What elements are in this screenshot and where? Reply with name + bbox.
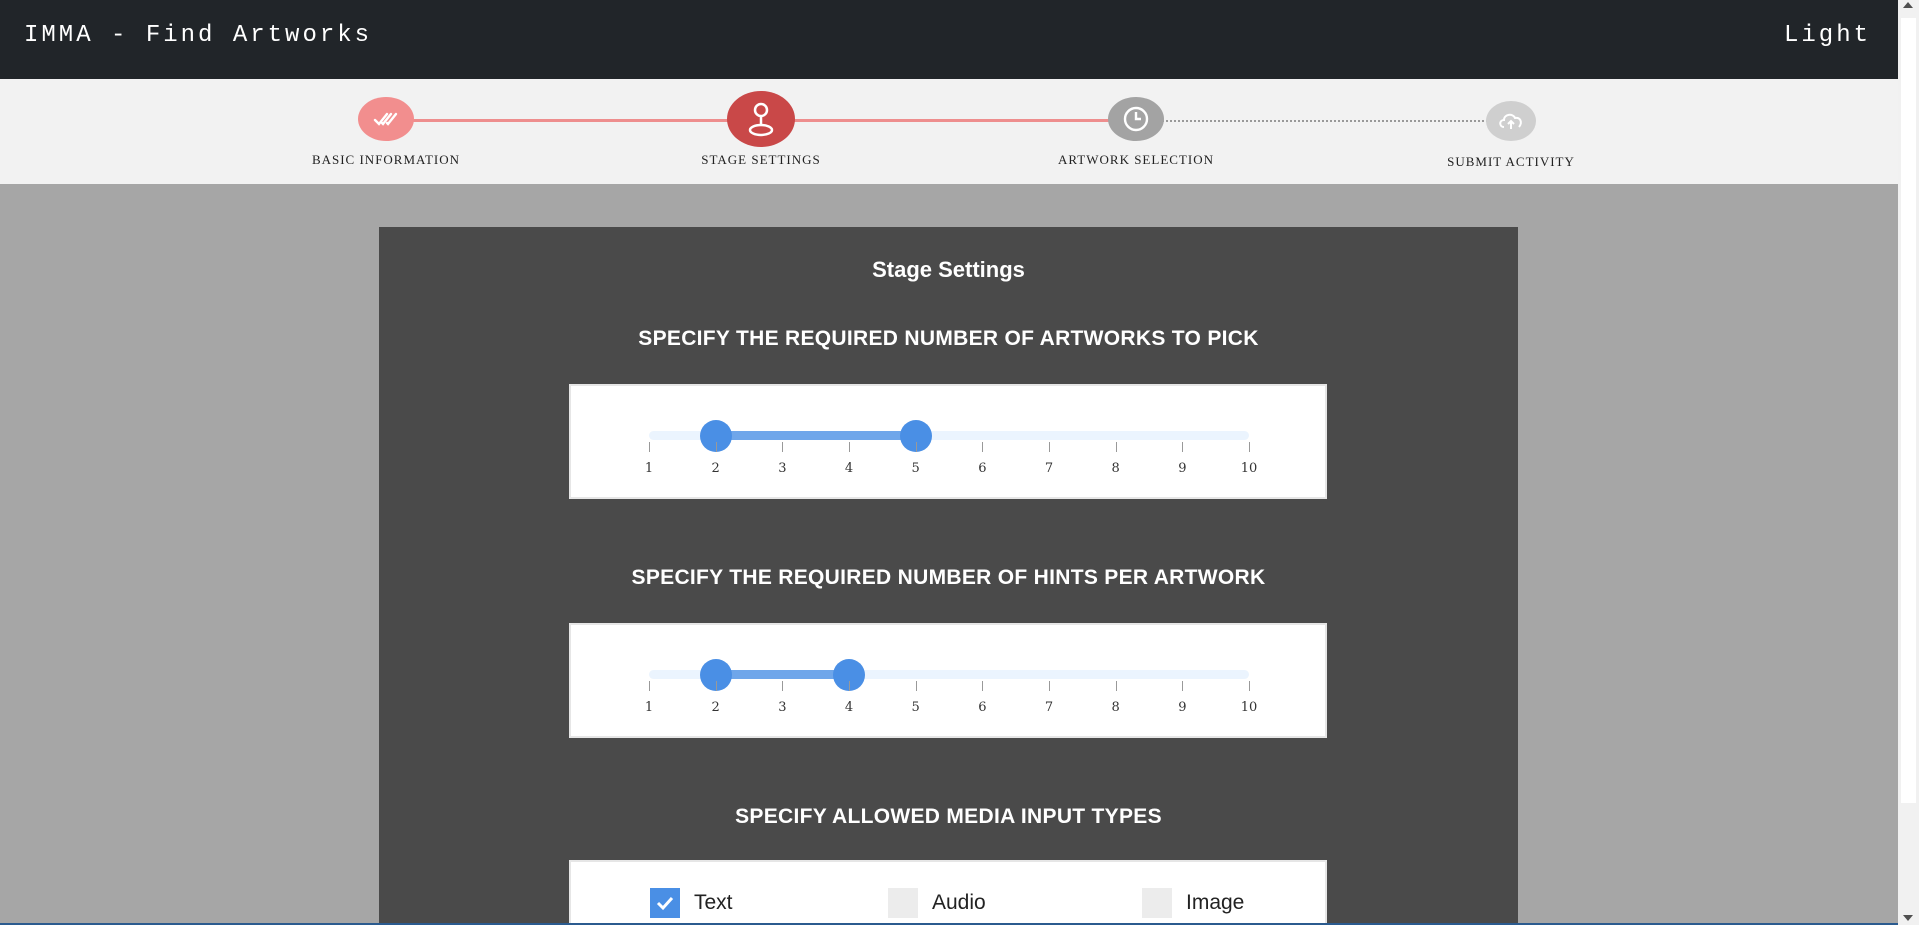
slider-tick-label: 5 — [911, 700, 920, 715]
slider-tick-label: 8 — [1111, 700, 1120, 715]
panel-title: Stage Settings — [872, 257, 1025, 282]
checkmark-icon — [656, 896, 674, 911]
checkbox-label: Text — [694, 891, 733, 914]
audio-checkbox[interactable] — [888, 888, 918, 918]
artworks-range-slider[interactable]: 1 2 3 4 5 6 7 8 9 10 — [569, 384, 1327, 499]
slider-tick — [715, 442, 717, 452]
step-connector — [386, 119, 761, 122]
hints-range-slider[interactable]: 1 2 3 4 5 6 7 8 9 10 — [569, 623, 1327, 738]
scroll-up-arrow-icon[interactable] — [1903, 2, 1913, 8]
slider-tick — [782, 681, 784, 691]
slider-tick — [915, 681, 917, 691]
map-pin-icon — [727, 91, 795, 147]
image-checkbox[interactable] — [1142, 888, 1172, 918]
cloud-upload-icon — [1486, 101, 1536, 141]
slider-tick-label: 2 — [711, 700, 720, 715]
slider-tick — [1182, 681, 1184, 691]
hints-section-title: SPECIFY THE REQUIRED NUMBER OF HINTS PER… — [631, 566, 1266, 589]
slider-tick-label: 2 — [711, 461, 720, 476]
slider-tick-label: 7 — [1044, 461, 1054, 476]
media-types-box: Text Audio Image — [569, 860, 1327, 925]
top-navbar: IMMA - Find Artworks Light — [0, 0, 1898, 79]
slider-tick-label: 9 — [1178, 461, 1187, 476]
media-option-image[interactable]: Image — [1142, 888, 1244, 918]
slider-tick — [982, 681, 984, 691]
slider-selected-range — [715, 670, 849, 679]
slider-tick — [1049, 442, 1050, 452]
media-option-audio[interactable]: Audio — [888, 888, 986, 918]
slider-tick-label: 6 — [978, 700, 987, 715]
step-label: SUBMIT ACTIVITY — [1447, 154, 1575, 169]
double-check-icon — [358, 97, 414, 141]
scrollbar-thumb[interactable] — [1901, 18, 1916, 803]
scroll-down-arrow-icon[interactable] — [1903, 915, 1913, 921]
media-section-title: SPECIFY ALLOWED MEDIA INPUT TYPES — [735, 805, 1162, 828]
slider-tick-label: 3 — [778, 700, 787, 715]
slider-tick-label: 5 — [911, 461, 920, 476]
slider-tick-label: 4 — [844, 461, 854, 476]
step-label: STAGE SETTINGS — [701, 152, 821, 167]
slider-tick-label: 7 — [1044, 700, 1054, 715]
slider-tick-label: 9 — [1178, 700, 1187, 715]
slider-tick — [1115, 681, 1117, 691]
text-checkbox[interactable] — [650, 888, 680, 918]
slider-tick — [849, 442, 850, 452]
step-label: BASIC INFORMATION — [311, 152, 461, 167]
slider-tick — [982, 442, 984, 452]
step-connector — [761, 119, 1137, 122]
vertical-scrollbar[interactable] — [1898, 0, 1919, 925]
slider-tick-label: 6 — [978, 461, 987, 476]
slider-tick — [1249, 681, 1250, 691]
slider-tick — [1182, 442, 1184, 452]
checkbox-label: Image — [1186, 891, 1245, 914]
step-label: ARTWORK SELECTION — [1058, 152, 1214, 167]
checkbox-label: Audio — [932, 891, 986, 914]
progress-stepper: BASIC INFORMATION STAGE SETTINGS ARTWORK… — [0, 79, 1898, 184]
slider-tick — [915, 442, 917, 452]
step-connector — [1137, 120, 1512, 122]
artworks-section-title: SPECIFY THE REQUIRED NUMBER OF ARTWORKS … — [638, 327, 1259, 350]
slider-tick-label: 10 — [1240, 700, 1258, 715]
slider-tick — [1049, 681, 1050, 691]
slider-tick — [715, 681, 717, 691]
slider-tick — [1115, 442, 1117, 452]
slider-tick-label: 3 — [778, 461, 787, 476]
media-option-text[interactable]: Text — [650, 888, 733, 918]
slider-tick-label: 1 — [644, 461, 654, 476]
slider-tick — [849, 681, 850, 691]
clock-icon — [1108, 97, 1164, 141]
slider-tick-label: 1 — [644, 700, 654, 715]
slider-tick — [649, 681, 650, 691]
app-title: IMMA - Find Artworks — [24, 22, 373, 49]
stage-settings-panel: Stage Settings SPECIFY THE REQUIRED NUMB… — [379, 227, 1518, 925]
slider-tick — [782, 442, 784, 452]
slider-tick-label: 10 — [1240, 461, 1258, 476]
slider-selected-range — [715, 431, 916, 440]
slider-tick — [1249, 442, 1250, 452]
slider-tick — [649, 442, 650, 452]
slider-tick-label: 8 — [1111, 461, 1120, 476]
slider-tick-label: 4 — [844, 700, 854, 715]
theme-toggle-button[interactable]: Light — [1784, 22, 1871, 49]
